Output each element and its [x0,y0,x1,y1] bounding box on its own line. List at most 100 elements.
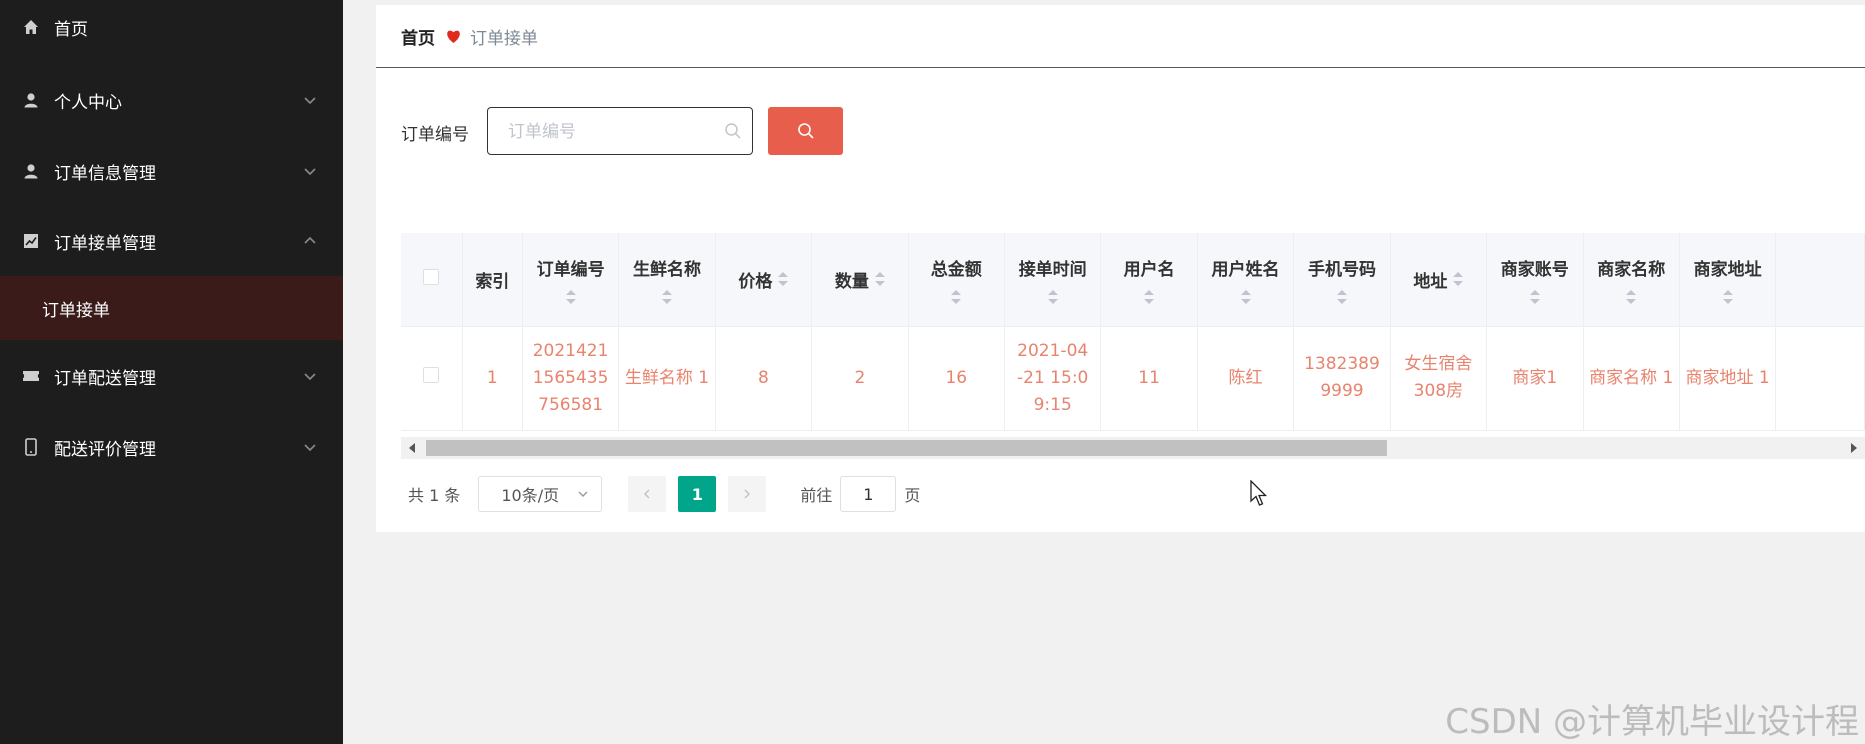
sidebar-subitem-label: 订单接单 [42,300,110,321]
sidebar-item-home[interactable]: 首页 [0,0,343,62]
row-checkbox[interactable] [423,366,440,383]
search-input[interactable] [506,119,710,145]
scrollbar-thumb[interactable] [426,440,1387,456]
col-header-time[interactable]: 接单时间 [1004,233,1102,327]
sort-icon[interactable] [1722,289,1733,304]
sidebar-item-label: 首页 [54,19,88,40]
pagination-total: 共 1 条 [408,486,461,505]
sort-icon[interactable] [1144,289,1155,304]
scroll-left-icon[interactable] [409,443,415,453]
sidebar-item-personal-center[interactable]: 个人中心 [0,65,343,135]
col-header-name[interactable]: 用户姓名 [1197,233,1295,327]
sort-icon[interactable] [951,289,962,304]
goto-suffix: 页 [904,486,921,505]
sort-icon[interactable] [1626,289,1637,304]
cell-overflow [1775,326,1865,431]
data-table: 索引 订单编号 生鲜名称 价格 数量 总金额 接单时间 用户名 用户姓名 手机号… [401,233,1865,460]
prev-page-button[interactable] [628,476,667,512]
col-header-overflow [1775,233,1865,327]
cell-address: 女生宿舍 308房 [1390,326,1488,431]
col-header-merchant-account[interactable]: 商家账号 [1486,233,1584,327]
sidebar-item-label: 订单接单管理 [54,233,156,254]
pagination: 共 1 条 10条/页 1 前往 页 [408,475,920,513]
sort-icon[interactable] [778,272,789,287]
col-header-merchant-address[interactable]: 商家地址 [1679,233,1777,327]
search-icon [725,123,741,139]
home-icon [22,18,40,36]
sidebar-item-label: 个人中心 [54,92,122,113]
cell-merchant-address: 商家地址 1 [1679,326,1777,431]
col-header-price[interactable]: 价格 [715,233,813,327]
sidebar-item-label: 订单信息管理 [54,163,156,184]
scroll-right-icon[interactable] [1851,443,1857,453]
chevron-down-icon [304,97,316,105]
cell-index: 1 [462,326,523,431]
sidebar-item-label: 配送评价管理 [54,439,156,460]
cell-phone: 1382389 9999 [1293,326,1391,431]
page-size-select[interactable]: 10条/页 [478,476,603,512]
sort-icon[interactable] [565,289,576,304]
col-header-address[interactable]: 地址 [1390,233,1488,327]
sidebar-subitem-order-accept[interactable]: 订单接单 [0,276,343,340]
next-page-button[interactable] [728,476,767,512]
goto-page-input[interactable] [840,476,897,512]
sidebar-item-order-info[interactable]: 订单信息管理 [0,136,343,206]
phone-icon [22,438,40,456]
page-number-button[interactable]: 1 [678,476,717,512]
main-panel: 首页 订单接单 订单编号 索引 订单编号 生鲜名称 价格 [376,5,1865,532]
sort-icon[interactable] [1240,289,1251,304]
chevron-down-icon [578,491,588,497]
col-header-index: 索引 [462,233,523,327]
sidebar-item-label: 订单配送管理 [54,368,156,389]
goto-prefix: 前往 [800,486,833,505]
sidebar-item-review[interactable]: 配送评价管理 [0,412,343,482]
cell-total: 16 [908,326,1005,431]
breadcrumb-home[interactable]: 首页 [401,24,435,49]
cell-merchant-account: 商家1 [1486,326,1584,431]
horizontal-scrollbar[interactable] [401,437,1865,459]
user-icon [22,91,40,109]
search-box [487,107,753,155]
sidebar-item-delivery[interactable]: 订单配送管理 [0,341,343,411]
sort-icon[interactable] [1336,289,1347,304]
row-select-cell [401,326,463,431]
chevron-up-icon [304,236,316,244]
breadcrumb: 首页 订单接单 [376,5,1865,68]
mouse-cursor-icon [1250,480,1268,506]
user-icon [22,162,40,180]
heart-icon [447,30,460,43]
select-all-cell [401,233,463,327]
col-header-qty[interactable]: 数量 [811,233,909,327]
select-all-checkbox[interactable] [423,268,440,285]
col-header-merchant-name[interactable]: 商家名称 [1583,233,1680,327]
table-row[interactable]: 1 2021421 1565435 756581 生鲜名称 1 8 2 16 2… [401,326,1865,431]
cell-name: 陈红 [1197,326,1295,431]
col-header-phone[interactable]: 手机号码 [1293,233,1391,327]
chevron-down-icon [304,444,316,452]
sort-icon[interactable] [874,272,885,287]
cell-qty: 2 [811,326,909,431]
search-label: 订单编号 [401,125,469,145]
search-button[interactable] [768,107,843,155]
cell-order-no: 2021421 1565435 756581 [522,326,620,431]
sort-icon[interactable] [1529,289,1540,304]
col-header-total[interactable]: 总金额 [908,233,1005,327]
col-header-username[interactable]: 用户名 [1100,233,1198,327]
chart-icon [22,232,40,250]
sort-icon[interactable] [662,289,672,304]
ticket-icon [22,367,40,385]
chevron-down-icon [304,373,316,381]
chevron-left-icon [644,489,650,499]
col-header-product[interactable]: 生鲜名称 [618,233,716,327]
sidebar-item-order-accept[interactable]: 订单接单管理 [0,206,343,276]
cell-time: 2021-04 -21 15:0 9:15 [1004,326,1102,431]
cell-price: 8 [715,326,813,431]
sort-icon[interactable] [1047,289,1058,304]
sort-icon[interactable] [1453,272,1464,287]
cell-username: 11 [1100,326,1198,431]
col-header-order-no[interactable]: 订单编号 [522,233,620,327]
table-header-row: 索引 订单编号 生鲜名称 价格 数量 总金额 接单时间 用户名 用户姓名 手机号… [401,233,1865,327]
breadcrumb-current: 订单接单 [470,28,538,49]
watermark: CSDN @计算机毕业设计程 [1445,702,1859,742]
search-icon [797,123,814,139]
